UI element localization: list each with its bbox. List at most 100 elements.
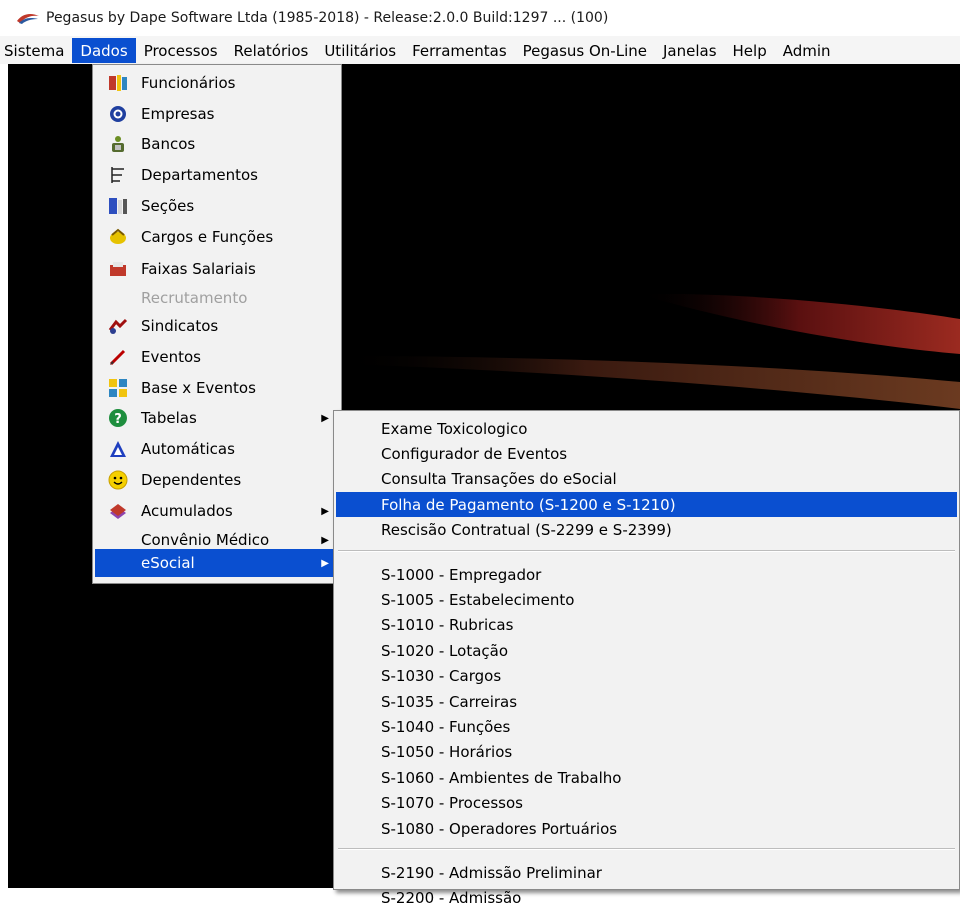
submenu-arrow-icon: ▶ — [321, 412, 329, 424]
menu-separator — [338, 848, 955, 851]
menu-item-label: S-1010 - Rubricas — [381, 616, 514, 635]
esocial-menu-item-s-1030-cargos[interactable]: S-1030 - Cargos — [336, 664, 957, 689]
esocial-menu-item-s-1070-processos[interactable]: S-1070 - Processos — [336, 791, 957, 816]
menu-item-label: eSocial — [141, 554, 195, 572]
menu-separator — [338, 550, 955, 552]
esocial-menu-item-s-1010-rubricas[interactable]: S-1010 - Rubricas — [336, 613, 957, 638]
window-title: Pegasus by Dape Software Ltda (1985-2018… — [46, 10, 609, 26]
esocial-menu-item-s-1005-estabelecimento[interactable]: S-1005 - Estabelecimento — [336, 587, 957, 612]
help-circle-icon: ? — [107, 407, 129, 429]
dados-menu-item-acumulados[interactable]: Acumulados ▶ — [95, 496, 339, 526]
menu-item-label: Bancos — [141, 135, 196, 153]
dados-menu-item-dependentes[interactable]: Dependentes — [95, 465, 339, 495]
menu-item-label: Faixas Salariais — [141, 260, 256, 278]
menu-item-label: Eventos — [141, 348, 201, 366]
menu-janelas[interactable]: Janelas — [655, 38, 725, 63]
menu-utilit-rios[interactable]: Utilitários — [316, 38, 404, 63]
dados-menu-item-bancos[interactable]: Bancos — [95, 129, 339, 159]
submenu-arrow-icon: ▶ — [321, 534, 329, 546]
menu-dados[interactable]: Dados — [72, 37, 136, 63]
menu-item-label: S-1005 - Estabelecimento — [381, 590, 575, 609]
esocial-menu-item-s-1040-funcoes[interactable]: S-1040 - Funções — [336, 714, 957, 739]
menu-item-label: S-1040 - Funções — [381, 717, 511, 736]
menu-relat-rios[interactable]: Relatórios — [226, 38, 317, 63]
dados-menu-item-eventos[interactable]: Eventos — [95, 342, 339, 372]
menu-ferramentas[interactable]: Ferramentas — [404, 38, 515, 63]
menu-item-label: Sindicatos — [141, 317, 219, 335]
salary-ranges-icon — [107, 258, 129, 280]
menu-item-label: Consulta Transações do eSocial — [381, 470, 617, 489]
dados-menu-item-departamentos[interactable]: Departamentos — [95, 160, 339, 190]
company-icon — [107, 103, 129, 125]
svg-text:?: ? — [114, 412, 122, 427]
menu-item-label: S-1060 - Ambientes de Trabalho — [381, 768, 622, 787]
esocial-submenu: Exame Toxicologico Configurador de Evento… — [333, 410, 960, 907]
menu-help[interactable]: Help — [725, 38, 775, 63]
menu-item-label: Recrutamento — [141, 289, 248, 307]
dados-menu-item-cargos-e-funcoes[interactable]: Cargos e Funções — [95, 222, 339, 252]
menu-sistema[interactable]: Sistema — [0, 38, 72, 63]
menu-item-label: Automáticas — [141, 440, 235, 458]
positions-icon — [107, 226, 129, 248]
menu-admin[interactable]: Admin — [775, 38, 839, 63]
base-events-icon — [107, 377, 129, 399]
menu-item-label: Departamentos — [141, 166, 258, 184]
dados-menu-item-automaticas[interactable]: Automáticas — [95, 434, 339, 464]
menu-item-label: Base x Eventos — [141, 379, 256, 397]
bank-icon — [107, 133, 129, 155]
dados-menu-item-esocial[interactable]: eSocial ▶ — [95, 549, 339, 577]
unions-icon — [107, 315, 129, 337]
esocial-menu-item-s-2190-admissao-preliminar[interactable]: S-2190 - Admissão Preliminar — [336, 860, 957, 885]
submenu-arrow-icon: ▶ — [321, 557, 329, 569]
departments-icon — [107, 164, 129, 186]
submenu-arrow-icon: ▶ — [321, 505, 329, 517]
esocial-menu-item-s-1060-ambientes-de-trabalho[interactable]: S-1060 - Ambientes de Trabalho — [336, 765, 957, 790]
menu-item-label: Tabelas — [141, 409, 197, 427]
menu-item-label: S-2190 - Admissão Preliminar — [381, 863, 602, 882]
menu-item-label: S-2200 - Admissão — [381, 889, 522, 908]
dados-menu-item-secoes[interactable]: Seções — [95, 191, 339, 221]
title-bar: Pegasus by Dape Software Ltda (1985-2018… — [0, 0, 960, 36]
esocial-menu-item-s-1080-operadores-portuarios[interactable]: S-1080 - Operadores Portuários — [336, 816, 957, 841]
dados-menu-item-funcionarios[interactable]: Funcionários — [95, 68, 339, 98]
dados-dropdown-menu: Funcionários Empresas Bancos Departamentos S… — [92, 64, 342, 584]
menu-item-label: S-1030 - Cargos — [381, 667, 502, 686]
dados-menu-item-base-x-eventos[interactable]: Base x Eventos — [95, 373, 339, 403]
dados-menu-item-tabelas[interactable]: ? Tabelas ▶ — [95, 403, 339, 433]
menu-item-label: Folha de Pagamento (S-1200 e S-1210) — [381, 495, 676, 514]
esocial-menu-item-s-1000-empregador[interactable]: S-1000 - Empregador — [336, 562, 957, 587]
esocial-menu-item-s-1035-carreiras[interactable]: S-1035 - Carreiras — [336, 689, 957, 714]
dados-menu-item-empresas[interactable]: Empresas — [95, 99, 339, 129]
automatic-icon — [107, 438, 129, 460]
menu-bar: Sistema Dados Processos Relatórios Utilitári… — [0, 36, 960, 64]
esocial-menu-item-consulta-transacoes-do-esocial[interactable]: Consulta Transações do eSocial — [336, 467, 957, 492]
menu-item-label: Configurador de Eventos — [381, 444, 568, 463]
menu-item-label: S-1035 - Carreiras — [381, 692, 518, 711]
menu-item-label: Empresas — [141, 105, 215, 123]
esocial-menu-item-exame-toxicologico[interactable]: Exame Toxicologico — [336, 416, 957, 441]
menu-item-label: S-1020 - Lotação — [381, 641, 509, 660]
menu-item-label: S-1000 - Empregador — [381, 565, 542, 584]
esocial-menu-item-s-1020-lotacao[interactable]: S-1020 - Lotação — [336, 638, 957, 663]
esocial-menu-item-folha-de-pagamento-s-1200-e-s-1210[interactable]: Folha de Pagamento (S-1200 e S-1210) — [336, 492, 957, 518]
dados-menu-item-faixas-salariais[interactable]: Faixas Salariais — [95, 254, 339, 284]
menu-item-label: Rescisão Contratual (S-2299 e S-2399) — [381, 521, 672, 540]
smiley-icon — [107, 469, 129, 491]
pegasus-logo-icon — [17, 13, 39, 24]
esocial-menu-item-configurador-de-eventos[interactable]: Configurador de Eventos — [336, 441, 957, 466]
menu-item-label: Dependentes — [141, 471, 242, 489]
books-icon — [107, 500, 129, 522]
menu-item-label: Acumulados — [141, 502, 233, 520]
dados-menu-item-recrutamento: Recrutamento — [95, 283, 339, 313]
menu-pegasus-on-line[interactable]: Pegasus On-Line — [515, 38, 655, 63]
menu-processos[interactable]: Processos — [136, 38, 226, 63]
menu-item-label: Seções — [141, 197, 195, 215]
events-icon — [107, 346, 129, 368]
esocial-menu-item-s-2200-admissao[interactable]: S-2200 - Admissão — [336, 886, 957, 911]
esocial-menu-item-s-1050-horarios[interactable]: S-1050 - Horários — [336, 740, 957, 765]
esocial-menu-item-rescisao-contratual-s-2299-e-s-2399[interactable]: Rescisão Contratual (S-2299 e S-2399) — [336, 518, 957, 543]
menu-item-label: Funcionários — [141, 74, 236, 92]
sections-icon — [107, 195, 129, 217]
dados-menu-item-sindicatos[interactable]: Sindicatos — [95, 311, 339, 341]
employees-icon — [107, 72, 129, 94]
